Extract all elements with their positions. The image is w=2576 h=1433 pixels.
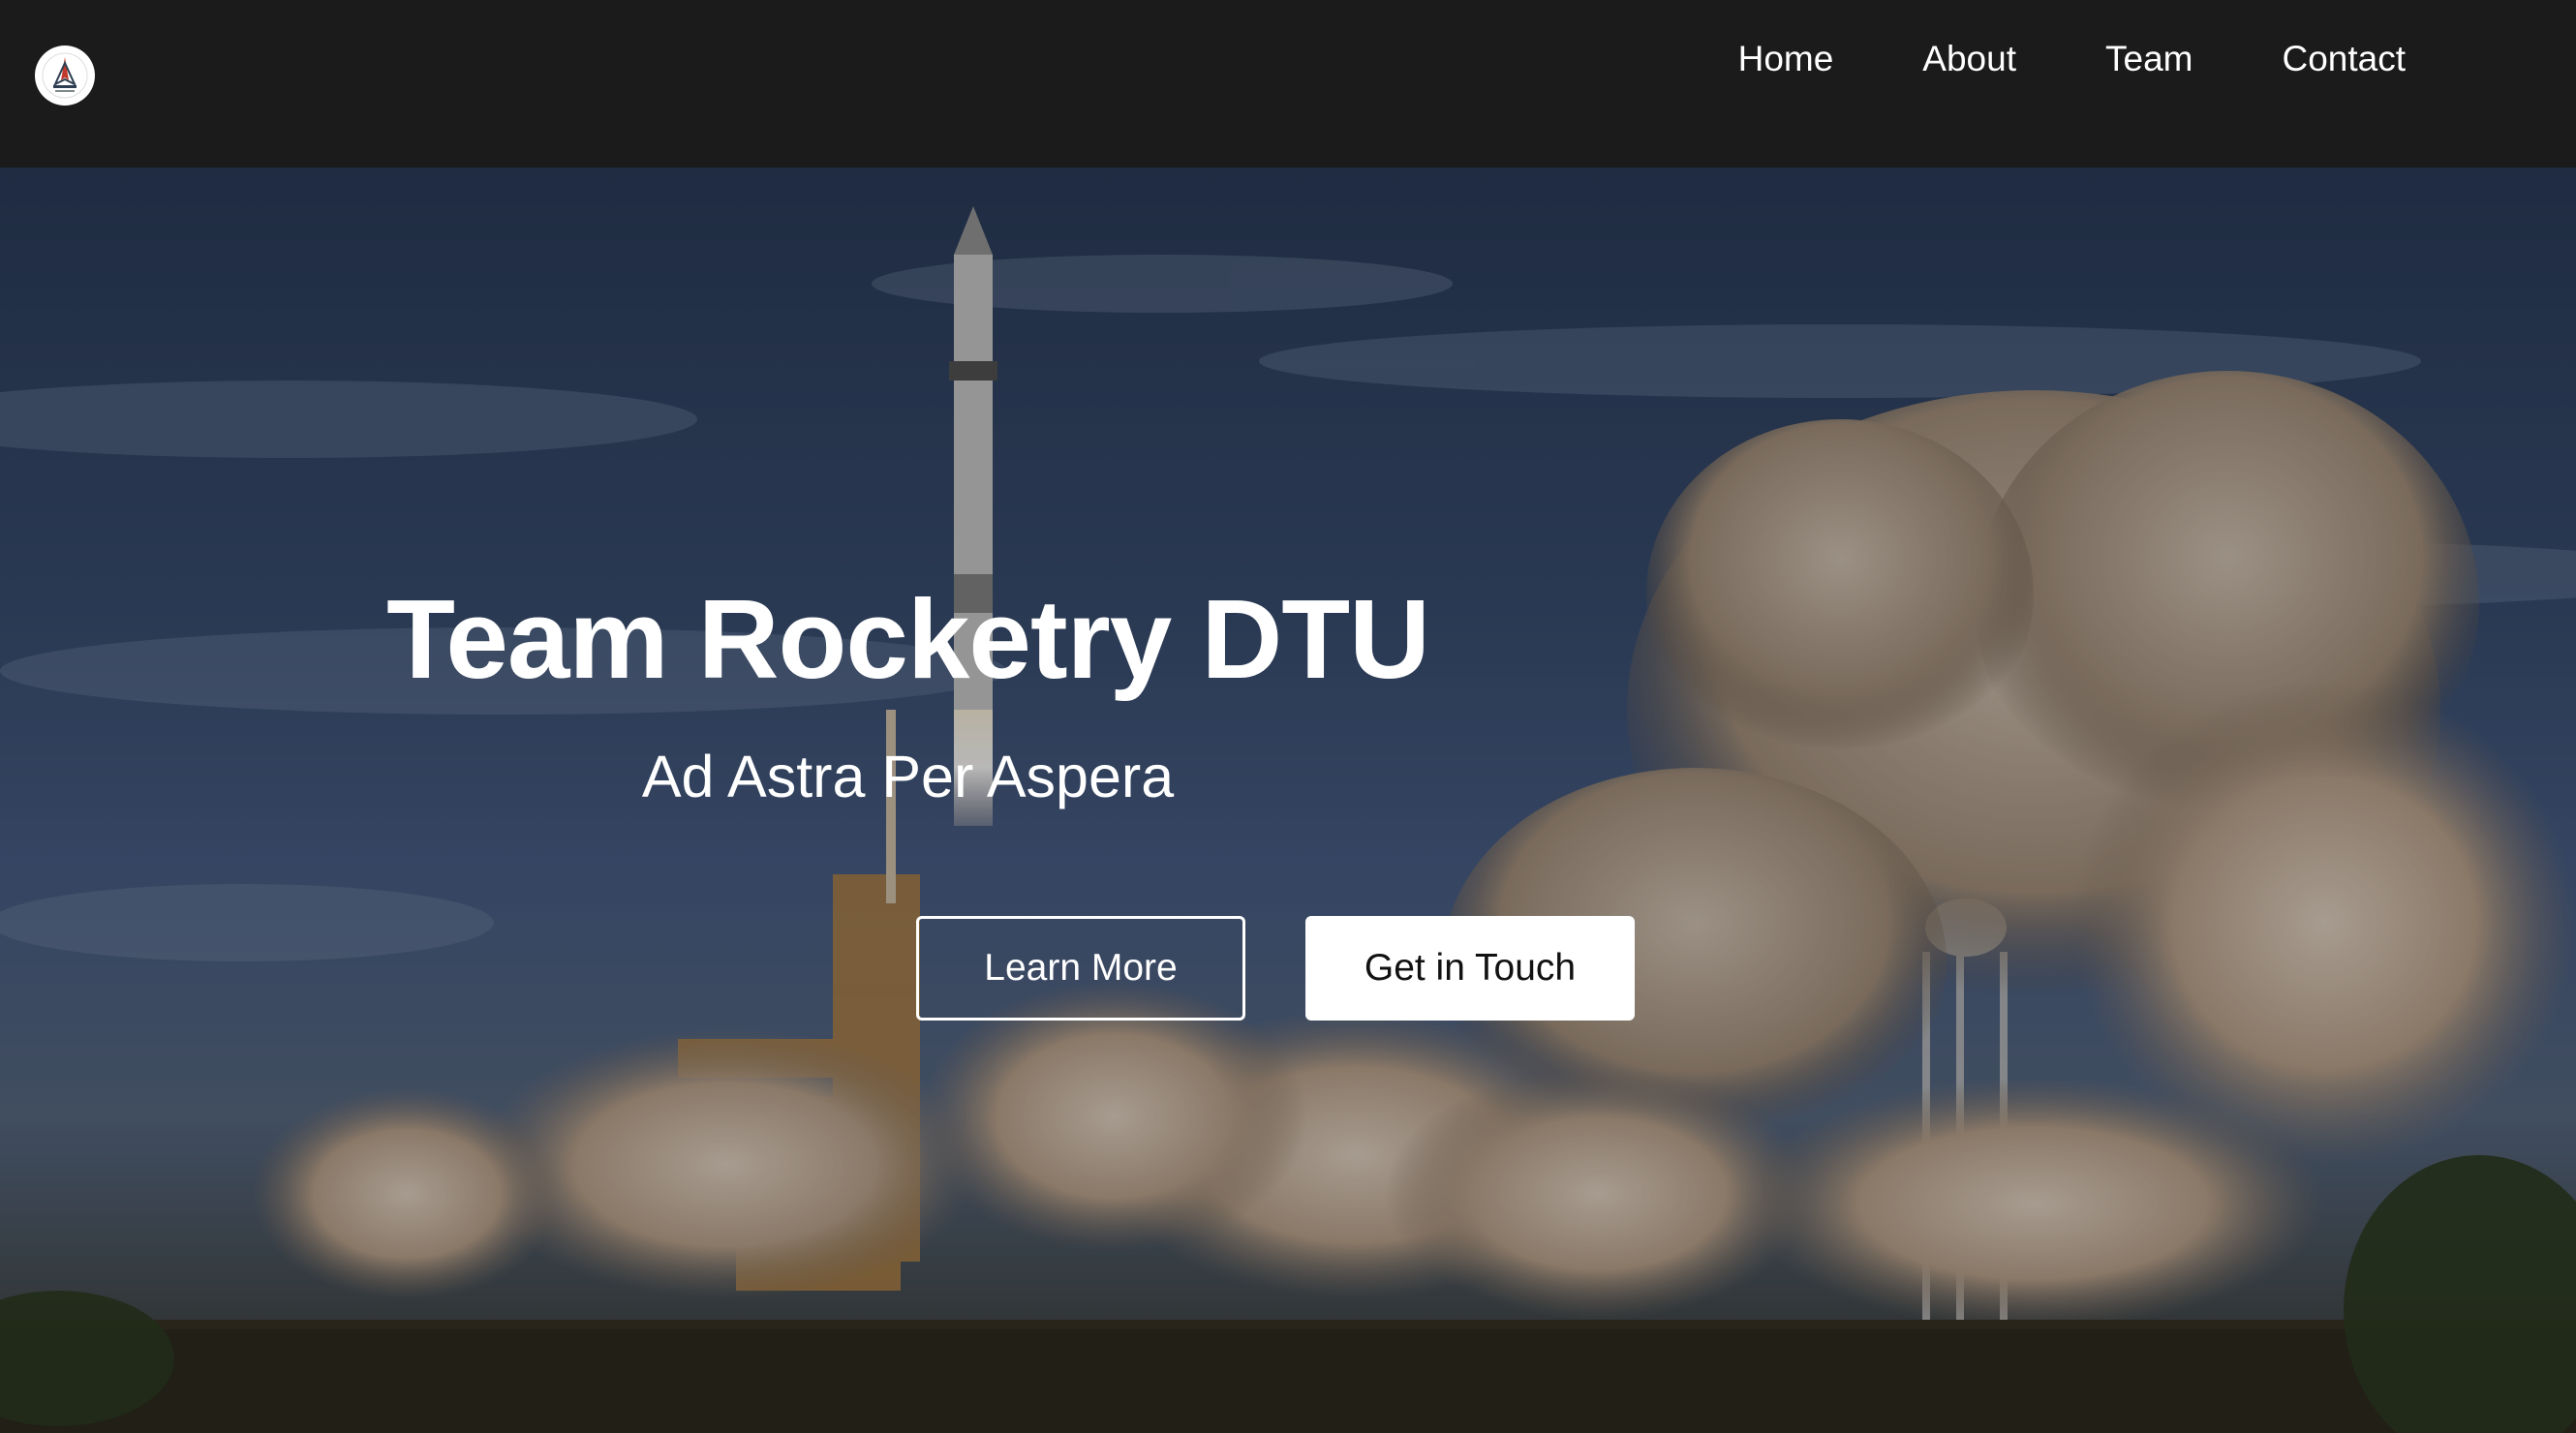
hero-title: Team Rocketry DTU — [386, 575, 1430, 702]
nav-links: Home About Team Contact — [1694, 37, 2450, 81]
navbar: Home About Team Contact — [0, 0, 2576, 168]
get-in-touch-button[interactable]: Get in Touch — [1305, 916, 1635, 1021]
nav-link-team[interactable]: Team — [2061, 37, 2237, 81]
logo-graphic — [42, 52, 88, 99]
hero-section: Team Rocketry DTU Ad Astra Per Aspera Le… — [0, 168, 2576, 1433]
dtu-rocketry-logo-icon[interactable] — [35, 46, 95, 106]
nav-link-contact[interactable]: Contact — [2237, 37, 2450, 81]
nav-link-about[interactable]: About — [1878, 37, 2061, 81]
learn-more-button[interactable]: Learn More — [916, 916, 1245, 1021]
hero-subtitle: Ad Astra Per Aspera — [641, 744, 1175, 809]
nav-link-home[interactable]: Home — [1694, 37, 1879, 81]
